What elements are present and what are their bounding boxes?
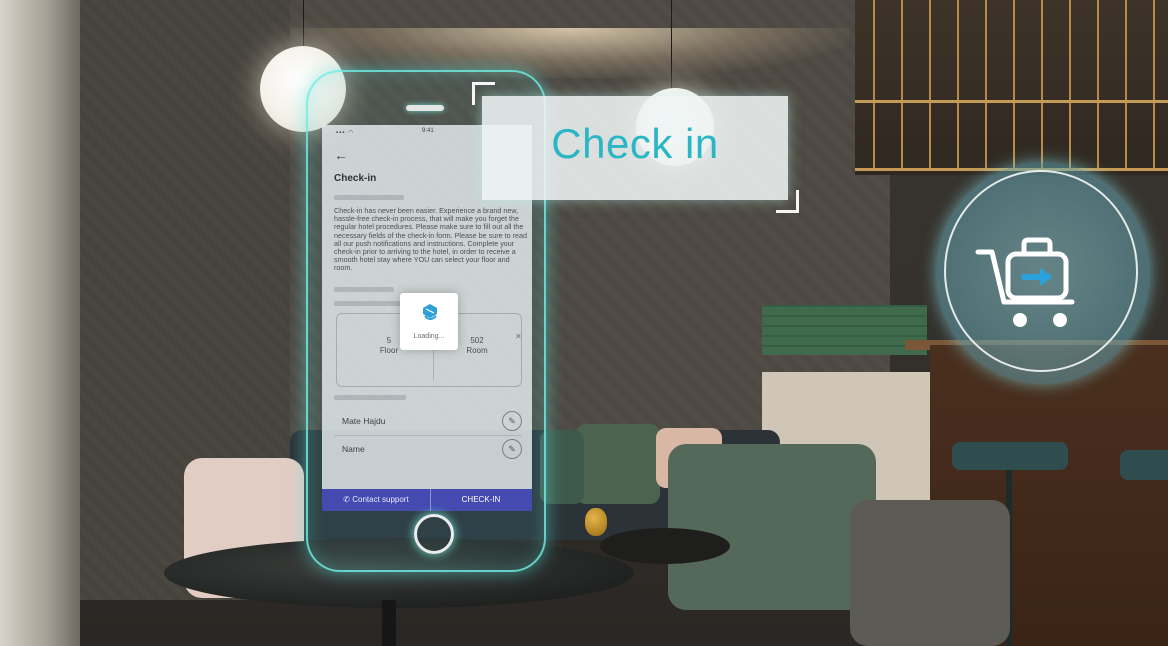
bar-stool [1120,450,1168,480]
banner-corner-bracket [472,82,495,105]
curtain [0,0,80,646]
signal-icon: ▪▪▪ ◠ [336,130,355,136]
banner-title: Check in [551,120,719,167]
loading-label: Loading... [413,333,445,340]
status-time: 9:41 [422,128,434,134]
bar-stool [952,442,1068,470]
decor-pineapple [585,508,607,536]
guest-name: Name [342,444,365,454]
lamp-cord [303,0,304,50]
guest-name: Mate Hajdu [342,416,386,426]
side-table [600,528,730,564]
phone-icon: ✆ [343,495,350,504]
loading-logo-icon [423,304,437,320]
guest-row[interactable]: Name ✎ [334,437,522,461]
pillow-green [576,424,660,504]
armchair-grey [850,500,1010,646]
pencil-icon[interactable]: ✎ [502,411,522,431]
checkin-banner: Check in [482,96,788,200]
back-arrow-icon[interactable]: ← [334,147,348,163]
shelf-rail [855,100,1168,103]
lamp-cord [671,0,672,90]
bottom-action-bar: ✆ Contact support CHECK-IN [322,489,532,511]
luggage-cart-icon [975,237,1075,327]
home-button[interactable] [414,514,454,554]
guest-row[interactable]: Mate Hajdu ✎ [334,409,522,433]
checkin-button[interactable]: CHECK-IN [430,489,532,511]
screen-title: Check-in [334,173,377,184]
bar-shelf [855,0,1168,175]
pillow-teal [540,430,584,504]
row-divider [334,435,522,436]
section-label [334,195,404,200]
loading-dialog: Loading... [400,293,458,350]
table-base [382,600,396,646]
green-tile-backsplash [762,305,927,355]
contact-support-label: Contact support [352,495,409,504]
close-icon[interactable]: ✕ [515,332,522,341]
checkin-description: Check-in has never been easier. Experien… [334,206,527,273]
phone-speaker [406,105,444,111]
contact-support-button[interactable]: ✆ Contact support [322,489,431,511]
section-label [334,287,394,292]
armchair-green [668,444,876,610]
pencil-icon[interactable]: ✎ [502,439,522,459]
section-label [334,395,406,400]
banner-corner-bracket [776,190,799,213]
